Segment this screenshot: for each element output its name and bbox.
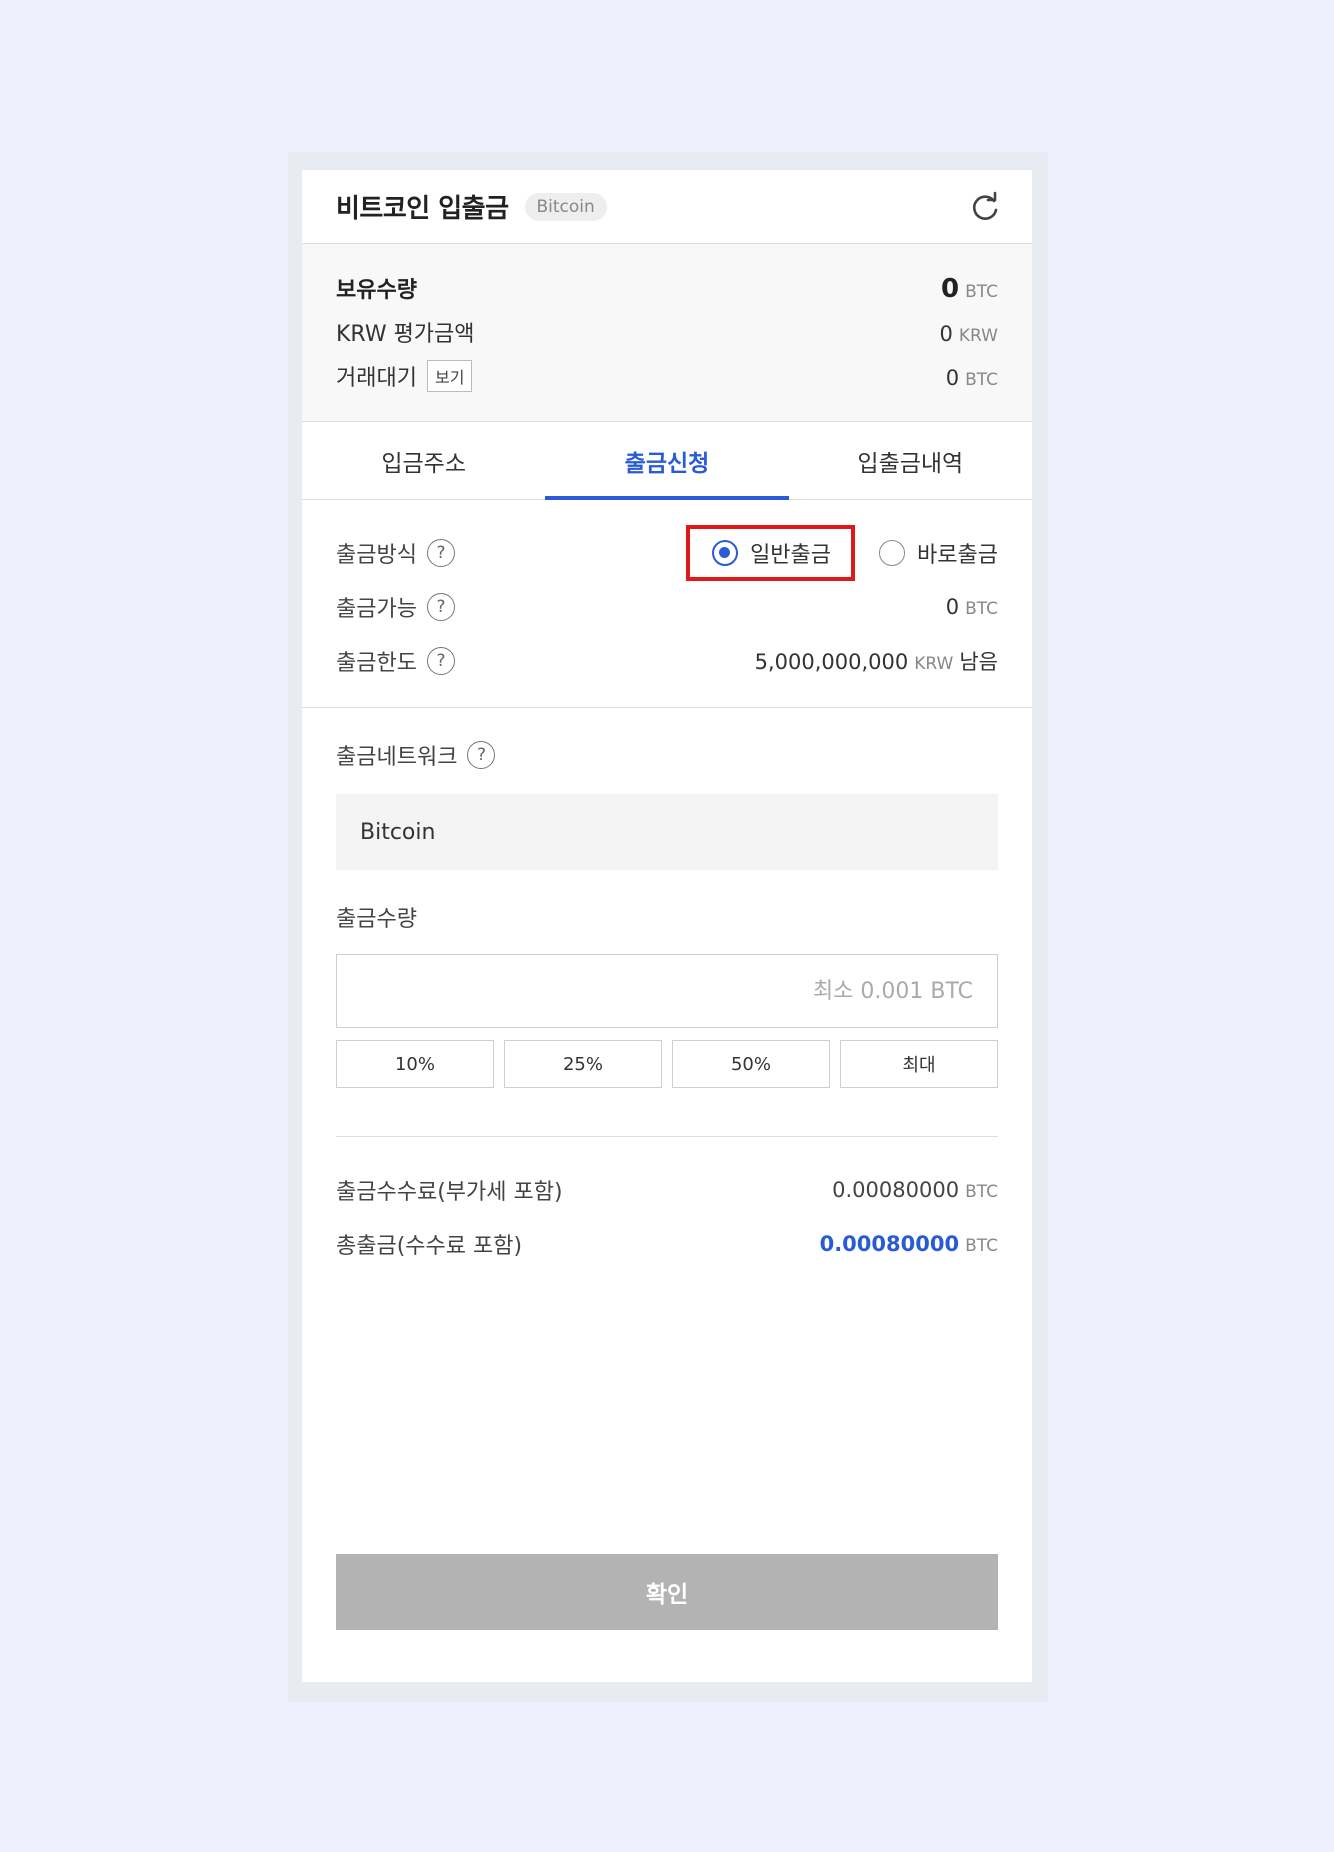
radio-normal-withdraw[interactable]: 일반출금 xyxy=(686,525,856,581)
holdings-label: 보유수량 xyxy=(336,278,417,303)
limit-row: 출금한도 ? 5,000,000,000 KRW 남음 xyxy=(336,634,998,688)
widget-frame: 비트코인 입출금 Bitcoin 보유수량 0 BTC KRW 평가금액 0 KRW xyxy=(288,152,1048,1702)
radio-label: 일반출금 xyxy=(750,543,832,568)
pending-unit: BTC xyxy=(965,370,998,390)
network-field[interactable]: Bitcoin xyxy=(336,794,998,870)
percent-25-button[interactable]: 25% xyxy=(504,1040,662,1088)
tab-withdraw-request[interactable]: 출금신청 xyxy=(545,422,789,500)
limit-unit: KRW xyxy=(914,654,954,674)
refresh-icon[interactable] xyxy=(968,190,1002,224)
withdraw-panel: 비트코인 입출금 Bitcoin 보유수량 0 BTC KRW 평가금액 0 KRW xyxy=(302,170,1032,1682)
limit-value: 5,000,000,000 xyxy=(754,650,909,674)
radio-unchecked-icon xyxy=(879,540,906,566)
pending-row: 거래대기 보기 0 BTC xyxy=(336,360,998,404)
withdraw-info: 출금방식 ? 일반출금 바로출금 출금가능 ? 0 BTC 출금한도 ? 5,0… xyxy=(302,500,1032,708)
fee-unit: BTC xyxy=(965,1182,998,1202)
pending-label: 거래대기 xyxy=(336,366,417,391)
percent-10-button[interactable]: 10% xyxy=(336,1040,494,1088)
balance-summary: 보유수량 0 BTC KRW 평가금액 0 KRW 거래대기 보기 0 BTC xyxy=(302,244,1032,422)
help-icon[interactable]: ? xyxy=(426,539,455,567)
fee-value: 0.00080000 xyxy=(832,1178,960,1202)
krw-label: KRW 평가금액 xyxy=(336,322,475,347)
holdings-unit: BTC xyxy=(965,282,998,302)
radio-checked-icon xyxy=(712,540,739,566)
method-row: 출금방식 ? 일반출금 바로출금 xyxy=(336,525,998,581)
help-icon[interactable]: ? xyxy=(426,647,455,675)
method-radio-group: 일반출금 바로출금 xyxy=(686,525,998,581)
fee-label: 출금수수료(부가세 포함) xyxy=(336,1180,563,1205)
krw-row: KRW 평가금액 0 KRW xyxy=(336,316,998,360)
divider xyxy=(336,1136,998,1137)
help-icon[interactable]: ? xyxy=(467,741,496,769)
krw-unit: KRW xyxy=(958,326,998,346)
limit-label: 출금한도 xyxy=(336,651,417,676)
method-label: 출금방식 xyxy=(336,543,417,568)
limit-suffix: 남음 xyxy=(959,650,998,674)
available-row: 출금가능 ? 0 BTC xyxy=(336,580,998,634)
help-icon[interactable]: ? xyxy=(426,593,455,621)
total-row: 총출금(수수료 포함) 0.00080000 BTC xyxy=(336,1217,998,1271)
panel-header: 비트코인 입출금 Bitcoin xyxy=(302,170,1032,244)
pending-view-button[interactable]: 보기 xyxy=(426,360,473,392)
radio-label: 바로출금 xyxy=(917,543,998,568)
available-value: 0 xyxy=(945,595,960,619)
percent-max-button[interactable]: 최대 xyxy=(840,1040,998,1088)
fee-row: 출금수수료(부가세 포함) 0.00080000 BTC xyxy=(336,1163,998,1217)
holdings-value: 0 xyxy=(940,274,960,304)
holdings-row: 보유수량 0 BTC xyxy=(336,272,998,316)
radio-instant-withdraw[interactable]: 바로출금 xyxy=(867,529,998,577)
withdraw-form: 출금네트워크 ? Bitcoin 출금수량 10% 25% 50% 최대 출금수… xyxy=(302,708,1032,1271)
confirm-button[interactable]: 확인 xyxy=(336,1554,998,1630)
available-unit: BTC xyxy=(965,599,998,619)
available-label: 출금가능 xyxy=(336,597,417,622)
tab-deposit-address[interactable]: 입금주소 xyxy=(302,422,545,499)
coin-badge: Bitcoin xyxy=(524,192,607,221)
tab-bar: 입금주소 출금신청 입출금내역 xyxy=(302,422,1032,500)
percent-50-button[interactable]: 50% xyxy=(672,1040,830,1088)
tab-history[interactable]: 입출금내역 xyxy=(789,422,1032,499)
total-unit: BTC xyxy=(965,1236,998,1256)
percent-buttons: 10% 25% 50% 최대 xyxy=(336,1040,998,1088)
pending-value: 0 xyxy=(945,366,960,390)
amount-label: 출금수량 xyxy=(336,907,417,932)
page-title: 비트코인 입출금 xyxy=(336,194,509,224)
network-label: 출금네트워크 xyxy=(336,745,458,770)
krw-value: 0 xyxy=(939,322,953,346)
total-label: 총출금(수수료 포함) xyxy=(336,1234,523,1259)
amount-input[interactable] xyxy=(336,954,998,1028)
total-value: 0.00080000 xyxy=(819,1232,960,1256)
